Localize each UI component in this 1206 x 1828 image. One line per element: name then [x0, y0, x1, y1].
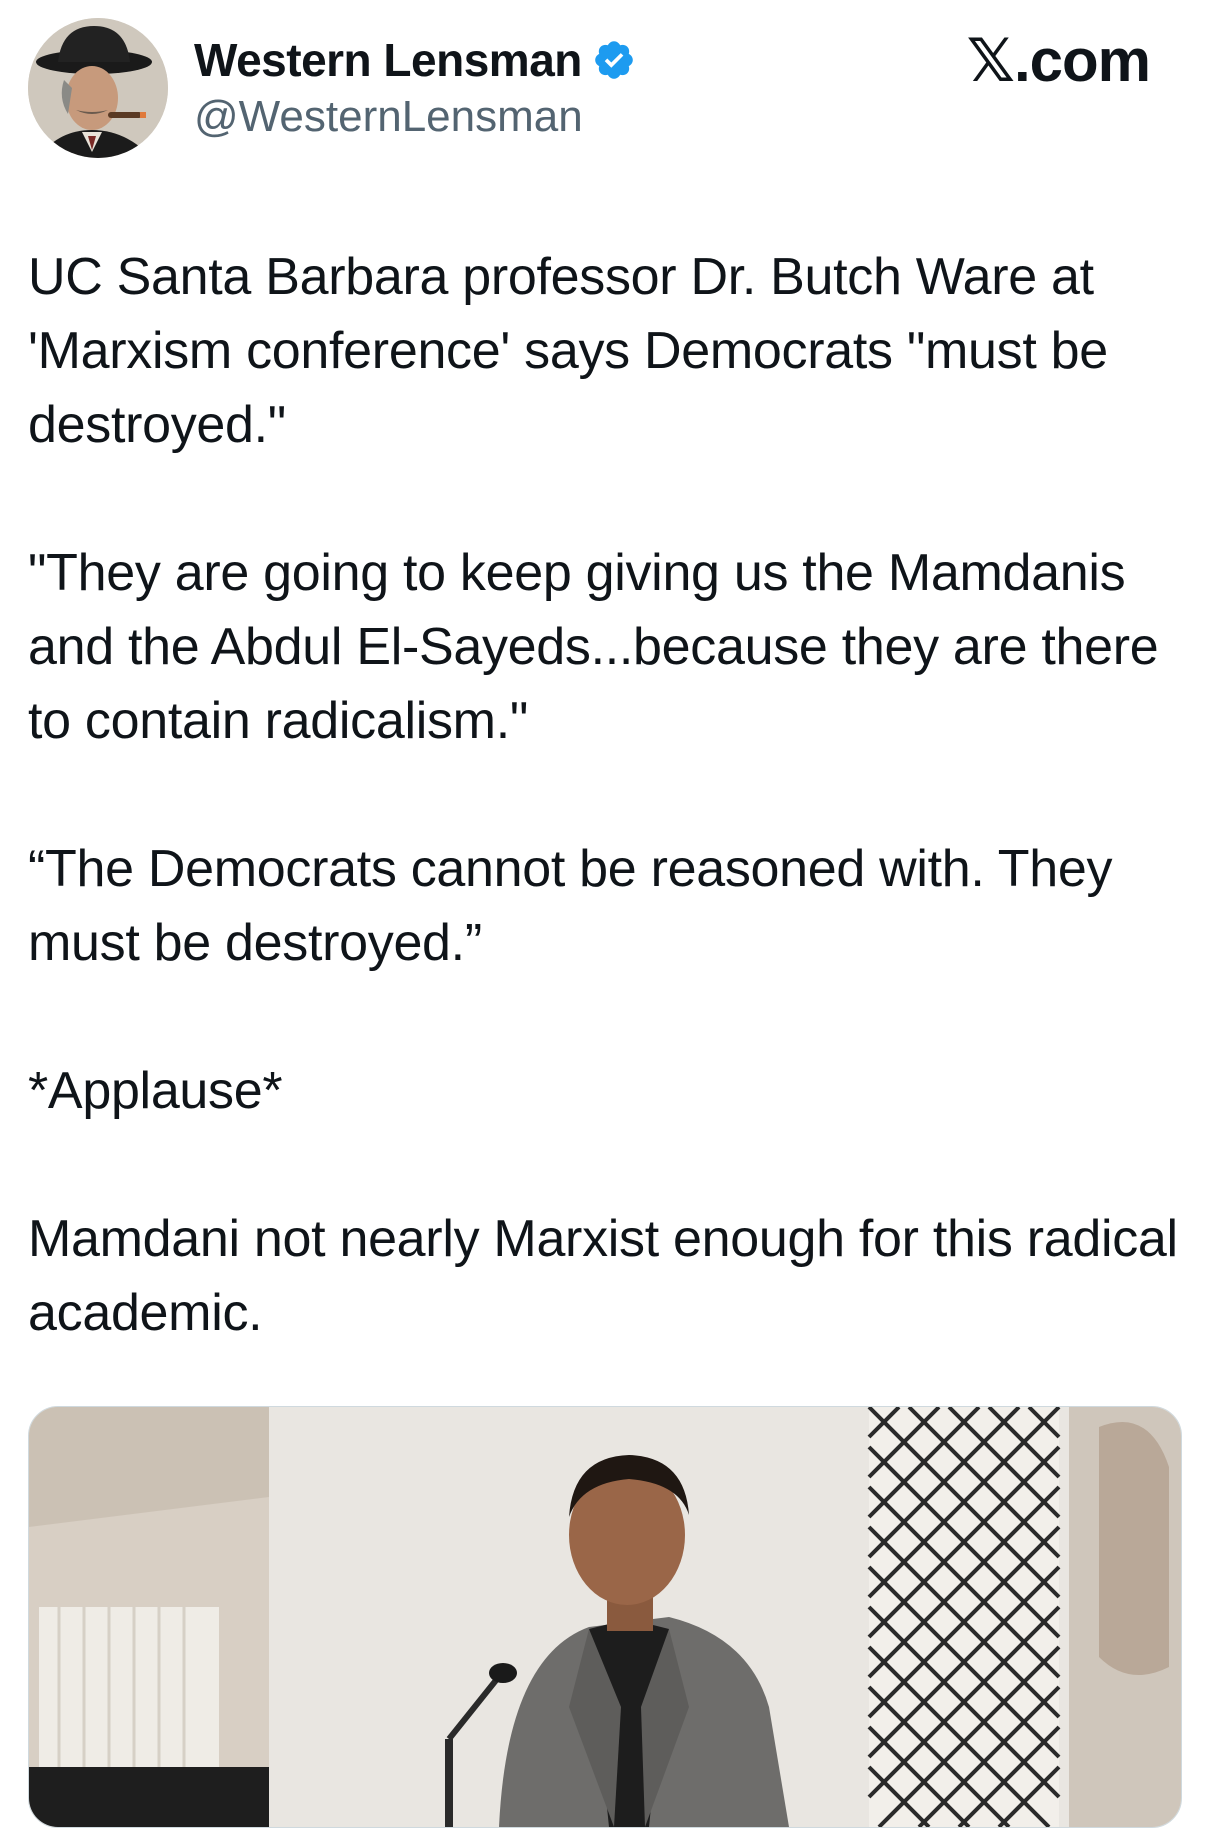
tweet-header: Western Lensman @WesternLensman 𝕏.com: [0, 0, 1206, 170]
author-handle[interactable]: @WesternLensman: [194, 92, 583, 142]
brand-logo[interactable]: 𝕏.com: [967, 26, 1151, 96]
tweet-video-thumbnail[interactable]: [28, 1406, 1182, 1828]
author-name-row: Western Lensman: [194, 30, 636, 90]
avatar[interactable]: [28, 18, 168, 158]
tweet-text: UC Santa Barbara professor Dr. Butch War…: [28, 240, 1188, 1350]
tweet-paragraph: "They are going to keep giving us the Ma…: [28, 544, 1159, 750]
verified-badge-icon: [592, 38, 636, 82]
tweet-paragraph: Mamdani not nearly Marxist enough for th…: [28, 1210, 1178, 1342]
author-display-name[interactable]: Western Lensman: [194, 33, 582, 87]
tweet-paragraph: *Applause*: [28, 1062, 283, 1120]
tweet-paragraph: “The Democrats cannot be reasoned with. …: [28, 840, 1113, 972]
tweet-paragraph: UC Santa Barbara professor Dr. Butch War…: [28, 248, 1108, 454]
